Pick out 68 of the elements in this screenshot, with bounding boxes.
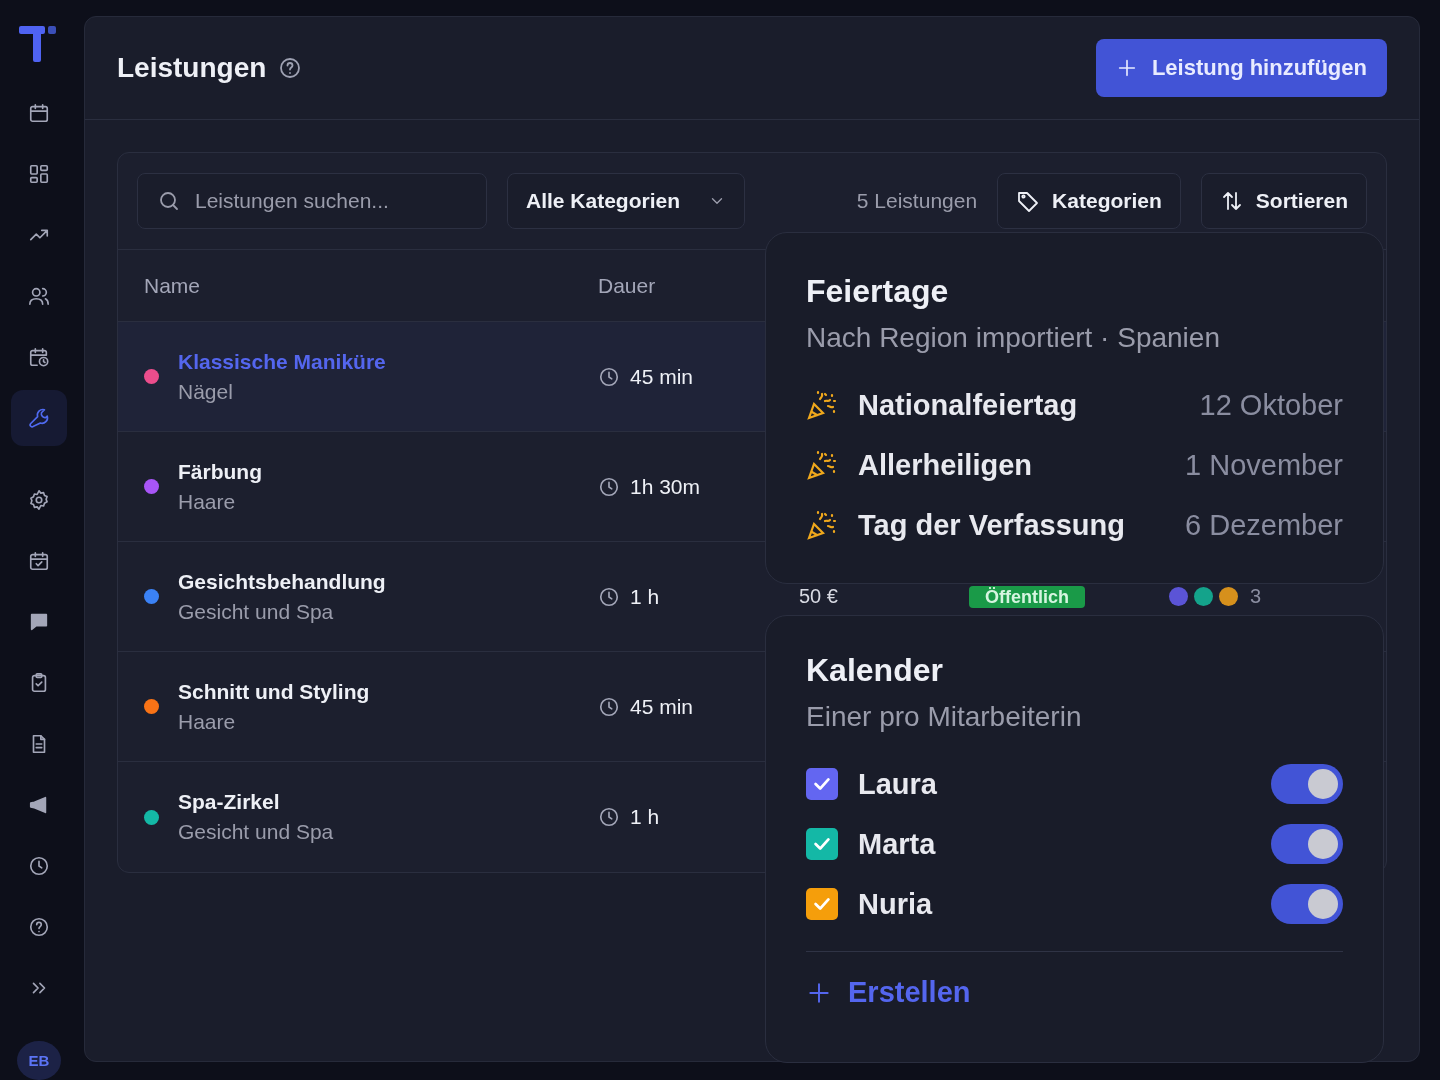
calendar-name: Nuria [858,887,933,921]
wrench-icon [28,406,50,429]
category-dropdown[interactable]: Alle Kategorien [507,173,745,229]
calendar-icon [28,101,50,124]
calendar-name: Marta [858,827,936,861]
help-icon [28,916,50,939]
service-category: Haare [178,489,237,514]
duration-text: 1 h [630,584,660,609]
holiday-date: 12 Oktober [1199,388,1343,422]
checkbox[interactable] [806,768,838,800]
duration-text: 45 min [630,694,694,719]
app-logo[interactable] [19,26,59,61]
holiday-name: Tag der Verfassung [858,508,1125,542]
service-name: Klassische Maniküre [178,349,386,374]
create-button[interactable]: Erstellen [806,976,971,1009]
popover-title: Kalender [806,652,944,689]
settings-icon [28,489,50,512]
column-header[interactable]: Name [118,273,598,298]
holiday-date: 6 Dezember [1185,508,1343,542]
search-icon [157,189,181,213]
user-avatar[interactable]: EB [17,1040,61,1080]
categories-button[interactable]: Kategorien [997,173,1181,229]
duration-text: 45 min [630,364,694,389]
sidebar-item[interactable] [11,389,67,446]
duration-text: 1h 30m [630,474,701,499]
checkbox[interactable] [806,888,838,920]
service-name: Gesichtsbehandlung [178,569,386,594]
clock-icon [28,855,50,878]
party-popper-icon [806,449,838,481]
party-popper-icon [806,389,838,421]
service-name: Spa-Zirkel [178,790,281,814]
help-icon [278,56,303,80]
service-category: Nägel [178,379,234,404]
service-count: 5 Leistungen [856,189,978,213]
duration-text: 1 h [630,805,660,829]
checkbox[interactable] [806,828,838,860]
status-badge: Öffentlich [969,585,1085,608]
clock-icon [598,695,620,718]
staff-count: 3 [1250,585,1262,608]
party-popper-icon [806,509,838,541]
calendar-clock-icon [28,345,50,368]
clock-icon [598,365,620,388]
service-name: Färbung [178,459,262,484]
clock-icon [598,585,620,608]
calendar-name: Laura [858,767,937,801]
page-title: Leistungen [117,52,267,84]
calendar-check-icon [28,550,50,573]
popover-subtitle: Einer pro Mitarbeiterin [806,701,1083,733]
clock-icon [598,806,620,828]
toggle-switch[interactable] [1271,824,1343,864]
popover-title: Feiertage [806,273,950,310]
holiday-name: Allerheiligen [858,448,1033,482]
add-service-button[interactable]: Leistung hinzufügen [1095,39,1387,97]
service-name: Schnitt und Styling [178,679,370,704]
service-category: Gesicht und Spa [178,820,334,844]
popover-subtitle: Nach Region importiert · Spanien [806,322,1221,354]
sort-button[interactable]: Sortieren [1200,173,1367,229]
tag-icon [1016,189,1041,213]
service-category: Gesicht und Spa [178,599,335,624]
grid-icon [28,162,50,185]
holiday-date: 1 November [1185,448,1343,482]
toggle-switch[interactable] [1271,764,1343,804]
holiday-name: Nationalfeiertag [858,388,1078,422]
toggle-switch[interactable] [1271,884,1343,924]
clock-icon [598,475,620,498]
service-category: Haare [178,709,237,734]
price-text: 50 € [799,585,838,607]
search-field[interactable]: Leistungen suchen... [137,173,487,229]
